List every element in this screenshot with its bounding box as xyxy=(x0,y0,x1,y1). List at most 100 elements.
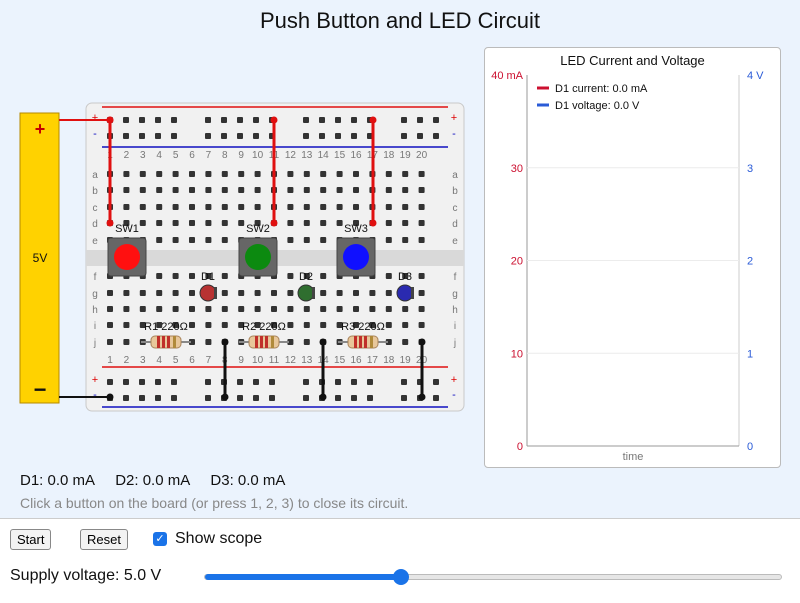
scope-right-tick: 4 V xyxy=(747,70,764,82)
wire-end xyxy=(369,219,377,227)
breadboard-hole xyxy=(336,290,343,296)
breadboard-hole xyxy=(320,187,327,193)
breadboard-hole xyxy=(269,379,275,385)
breadboard-hole xyxy=(303,220,310,226)
resistor-band xyxy=(265,336,268,348)
rail-sign-label: - xyxy=(452,389,456,401)
d3-current-readout: D3: 0.0 mA xyxy=(210,472,286,489)
breadboard-hole xyxy=(221,290,228,296)
breadboard-hole xyxy=(156,171,163,177)
breadboard-hole xyxy=(287,290,294,296)
resistor-band xyxy=(167,336,170,348)
breadboard-hole xyxy=(172,237,179,243)
breadboard-hole xyxy=(123,306,130,312)
breadboard-hole xyxy=(303,171,310,177)
breadboard-hole xyxy=(367,379,373,385)
breadboard-hole xyxy=(237,133,243,139)
resistor-band xyxy=(359,336,362,348)
slider-thumb[interactable] xyxy=(392,569,409,585)
breadboard-hole xyxy=(139,133,145,139)
breadboard-hole xyxy=(320,204,327,210)
breadboard-hole xyxy=(172,204,179,210)
wire-end xyxy=(270,219,278,227)
breadboard-hole xyxy=(353,204,359,210)
breadboard-hole xyxy=(271,306,277,312)
wire-end xyxy=(418,393,426,401)
column-number: 2 xyxy=(124,355,130,366)
column-number: 12 xyxy=(285,355,297,366)
supply-voltage-slider[interactable] xyxy=(204,569,782,585)
breadboard-hole xyxy=(385,237,392,243)
breadboard-hole xyxy=(385,187,392,193)
breadboard-hole xyxy=(237,379,243,385)
column-number: 13 xyxy=(301,355,313,366)
column-number: 7 xyxy=(206,355,212,366)
rail-sign-label: - xyxy=(452,128,456,140)
breadboard-hole xyxy=(303,204,310,210)
breadboard-hole xyxy=(418,171,425,177)
breadboard-hole xyxy=(189,171,195,177)
row-letter: g xyxy=(452,289,458,300)
led-label: D1 xyxy=(201,271,215,283)
column-number: 4 xyxy=(156,150,162,161)
breadboard-hole xyxy=(139,187,146,193)
breadboard-hole xyxy=(351,117,357,123)
column-number: 20 xyxy=(416,150,428,161)
checkbox-icon[interactable]: ✓ xyxy=(153,532,167,546)
current-readouts: D1: 0.0 mA D2: 0.0 mA D3: 0.0 mA xyxy=(20,472,301,489)
show-scope-toggle[interactable]: ✓ Show scope xyxy=(153,530,262,548)
row-letter: d xyxy=(92,219,98,230)
column-number: 15 xyxy=(334,355,346,366)
breadboard-hole xyxy=(172,290,179,296)
breadboard-hole xyxy=(418,290,425,296)
breadboard-hole xyxy=(369,306,376,312)
breadboard-hole xyxy=(139,379,145,385)
scope-left-tick: 20 xyxy=(511,256,523,268)
column-number: 18 xyxy=(383,150,395,161)
breadboard-hole xyxy=(238,306,245,312)
switch-label: SW2 xyxy=(246,223,270,235)
breadboard-hole xyxy=(139,290,146,296)
led-1 xyxy=(199,284,217,302)
breadboard-hole xyxy=(205,237,212,243)
resistor-band xyxy=(354,336,357,348)
simulation-area: Push Button and LED Circuit +5V − + - + - + - + -… xyxy=(0,0,800,518)
rail-sign-label: - xyxy=(93,389,97,401)
row-letter: g xyxy=(92,289,98,300)
start-button[interactable]: Start xyxy=(10,529,52,550)
push-button[interactable] xyxy=(245,244,271,270)
column-number: 16 xyxy=(350,150,362,161)
row-letter: c xyxy=(93,203,98,214)
breadboard-hole xyxy=(139,171,146,177)
wire-end xyxy=(106,393,114,401)
column-number: 8 xyxy=(222,150,228,161)
breadboard-hole xyxy=(287,306,294,312)
breadboard-hole xyxy=(172,306,179,312)
breadboard-hole xyxy=(385,306,392,312)
breadboard-hole xyxy=(336,306,343,312)
breadboard-hole xyxy=(335,379,341,385)
scope-chart: 40 mA30201004 V3210timeD1 current: 0.0 m… xyxy=(491,70,764,463)
breadboard-hole xyxy=(303,322,310,328)
resistor-band xyxy=(157,336,160,348)
push-button[interactable] xyxy=(114,244,140,270)
breadboard-hole xyxy=(351,379,357,385)
breadboard-circuit[interactable]: +5V−+-+-+-+-1122334455667788991010111112… xyxy=(0,0,480,470)
breadboard-hole xyxy=(402,237,409,243)
breadboard-hole xyxy=(353,306,359,312)
breadboard-hole xyxy=(205,117,211,123)
breadboard-hole xyxy=(205,339,212,345)
breadboard-hole xyxy=(221,187,228,193)
column-number: 10 xyxy=(252,355,264,366)
breadboard-hole xyxy=(107,306,113,312)
push-button[interactable] xyxy=(343,244,369,270)
reset-button[interactable]: Reset xyxy=(80,529,128,550)
breadboard-hole xyxy=(385,290,392,296)
resistor-2 xyxy=(248,335,280,349)
breadboard-hole xyxy=(402,322,409,328)
breadboard-hole xyxy=(205,220,212,226)
breadboard-hole xyxy=(123,187,130,193)
breadboard-hole xyxy=(155,379,161,385)
breadboard-hole xyxy=(351,395,357,401)
column-number: 3 xyxy=(140,355,146,366)
